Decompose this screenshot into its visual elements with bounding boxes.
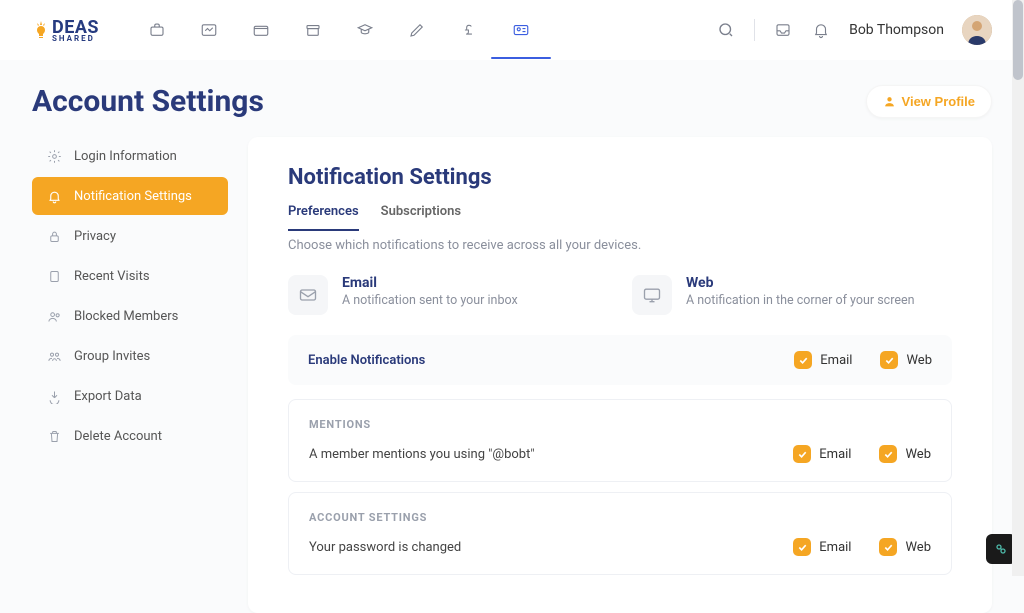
channel-title: Web bbox=[686, 275, 915, 291]
email-icon bbox=[288, 275, 328, 315]
lock-icon bbox=[46, 228, 62, 244]
main-panel: Notification Settings Preferences Subscr… bbox=[248, 137, 992, 613]
checkbox-email-mentions[interactable] bbox=[793, 445, 811, 463]
tab-subscriptions[interactable]: Subscriptions bbox=[381, 204, 461, 230]
document-icon bbox=[46, 268, 62, 284]
sidebar-item-label: Group Invites bbox=[74, 349, 150, 364]
card-account-settings: ACCOUNT SETTINGS Your password is change… bbox=[288, 492, 952, 575]
checkbox-web-password[interactable] bbox=[879, 538, 897, 556]
nav-briefcase-icon[interactable] bbox=[147, 20, 167, 40]
avatar[interactable] bbox=[962, 15, 992, 45]
check-label: Web bbox=[906, 353, 932, 368]
checkbox-email-enable[interactable] bbox=[794, 351, 812, 369]
sidebar-item-label: Notification Settings bbox=[74, 189, 192, 204]
enable-label: Enable Notifications bbox=[308, 353, 794, 368]
header-divider bbox=[754, 19, 755, 41]
row-text: A member mentions you using "@bobt" bbox=[309, 447, 793, 462]
sidebar-item-label: Login Information bbox=[74, 149, 177, 164]
scrollbar-thumb[interactable] bbox=[1013, 0, 1023, 80]
sidebar-item-recent-visits[interactable]: Recent Visits bbox=[32, 257, 228, 295]
channel-web: Web A notification in the corner of your… bbox=[632, 275, 952, 315]
group-icon bbox=[46, 348, 62, 364]
user-icon bbox=[883, 95, 896, 108]
check-label: Email bbox=[819, 447, 851, 462]
users-icon bbox=[46, 308, 62, 324]
check-label: Web bbox=[905, 540, 931, 555]
sidebar-item-delete-account[interactable]: Delete Account bbox=[32, 417, 228, 455]
tab-preferences[interactable]: Preferences bbox=[288, 204, 359, 231]
bell-icon bbox=[46, 188, 62, 204]
gear-icon bbox=[46, 148, 62, 164]
scrollbar[interactable] bbox=[1012, 0, 1024, 576]
bell-icon[interactable] bbox=[811, 20, 831, 40]
logo[interactable]: DEAS SHARED bbox=[32, 17, 99, 43]
channel-title: Email bbox=[342, 275, 518, 291]
sidebar-item-label: Privacy bbox=[74, 229, 116, 244]
view-profile-button[interactable]: View Profile bbox=[866, 85, 992, 118]
row-text: Your password is changed bbox=[309, 540, 793, 555]
card-heading: MENTIONS bbox=[309, 418, 931, 431]
logo-sub: SHARED bbox=[52, 34, 99, 43]
checkbox-web-mentions[interactable] bbox=[879, 445, 897, 463]
nav-currency-icon[interactable] bbox=[459, 20, 479, 40]
search-icon[interactable] bbox=[716, 20, 736, 40]
tab-description: Choose which notifications to receive ac… bbox=[288, 238, 952, 253]
nav-archive-icon[interactable] bbox=[303, 20, 323, 40]
bulb-icon bbox=[32, 19, 50, 41]
settings-sidebar: Login Information Notification Settings … bbox=[32, 137, 228, 613]
nav-activity-icon[interactable] bbox=[199, 20, 219, 40]
card-heading: ACCOUNT SETTINGS bbox=[309, 511, 931, 524]
sidebar-item-login-information[interactable]: Login Information bbox=[32, 137, 228, 175]
sidebar-item-privacy[interactable]: Privacy bbox=[32, 217, 228, 255]
checkbox-web-enable[interactable] bbox=[880, 351, 898, 369]
nav-edit-icon[interactable] bbox=[407, 20, 427, 40]
sidebar-item-export-data[interactable]: Export Data bbox=[32, 377, 228, 415]
sidebar-item-blocked-members[interactable]: Blocked Members bbox=[32, 297, 228, 335]
download-icon bbox=[46, 388, 62, 404]
check-label: Web bbox=[905, 447, 931, 462]
channel-email: Email A notification sent to your inbox bbox=[288, 275, 608, 315]
sidebar-item-label: Recent Visits bbox=[74, 269, 150, 284]
view-profile-label: View Profile bbox=[902, 94, 975, 109]
sidebar-item-label: Export Data bbox=[74, 389, 142, 404]
channel-desc: A notification sent to your inbox bbox=[342, 293, 518, 308]
channel-desc: A notification in the corner of your scr… bbox=[686, 293, 915, 308]
nav-wallet-icon[interactable] bbox=[251, 20, 271, 40]
enable-notifications-row: Enable Notifications Email Web bbox=[288, 335, 952, 385]
card-mentions: MENTIONS A member mentions you using "@b… bbox=[288, 399, 952, 482]
nav-education-icon[interactable] bbox=[355, 20, 375, 40]
sidebar-item-group-invites[interactable]: Group Invites bbox=[32, 337, 228, 375]
monitor-icon bbox=[632, 275, 672, 315]
nav-id-card-icon[interactable] bbox=[511, 20, 531, 40]
check-label: Email bbox=[820, 353, 852, 368]
panel-title: Notification Settings bbox=[288, 165, 952, 190]
sidebar-item-label: Delete Account bbox=[74, 429, 162, 444]
inbox-icon[interactable] bbox=[773, 20, 793, 40]
checkbox-email-password[interactable] bbox=[793, 538, 811, 556]
page-title: Account Settings bbox=[32, 84, 264, 119]
sidebar-item-label: Blocked Members bbox=[74, 309, 178, 324]
trash-icon bbox=[46, 428, 62, 444]
sidebar-item-notification-settings[interactable]: Notification Settings bbox=[32, 177, 228, 215]
check-label: Email bbox=[819, 540, 851, 555]
username[interactable]: Bob Thompson bbox=[849, 22, 944, 38]
